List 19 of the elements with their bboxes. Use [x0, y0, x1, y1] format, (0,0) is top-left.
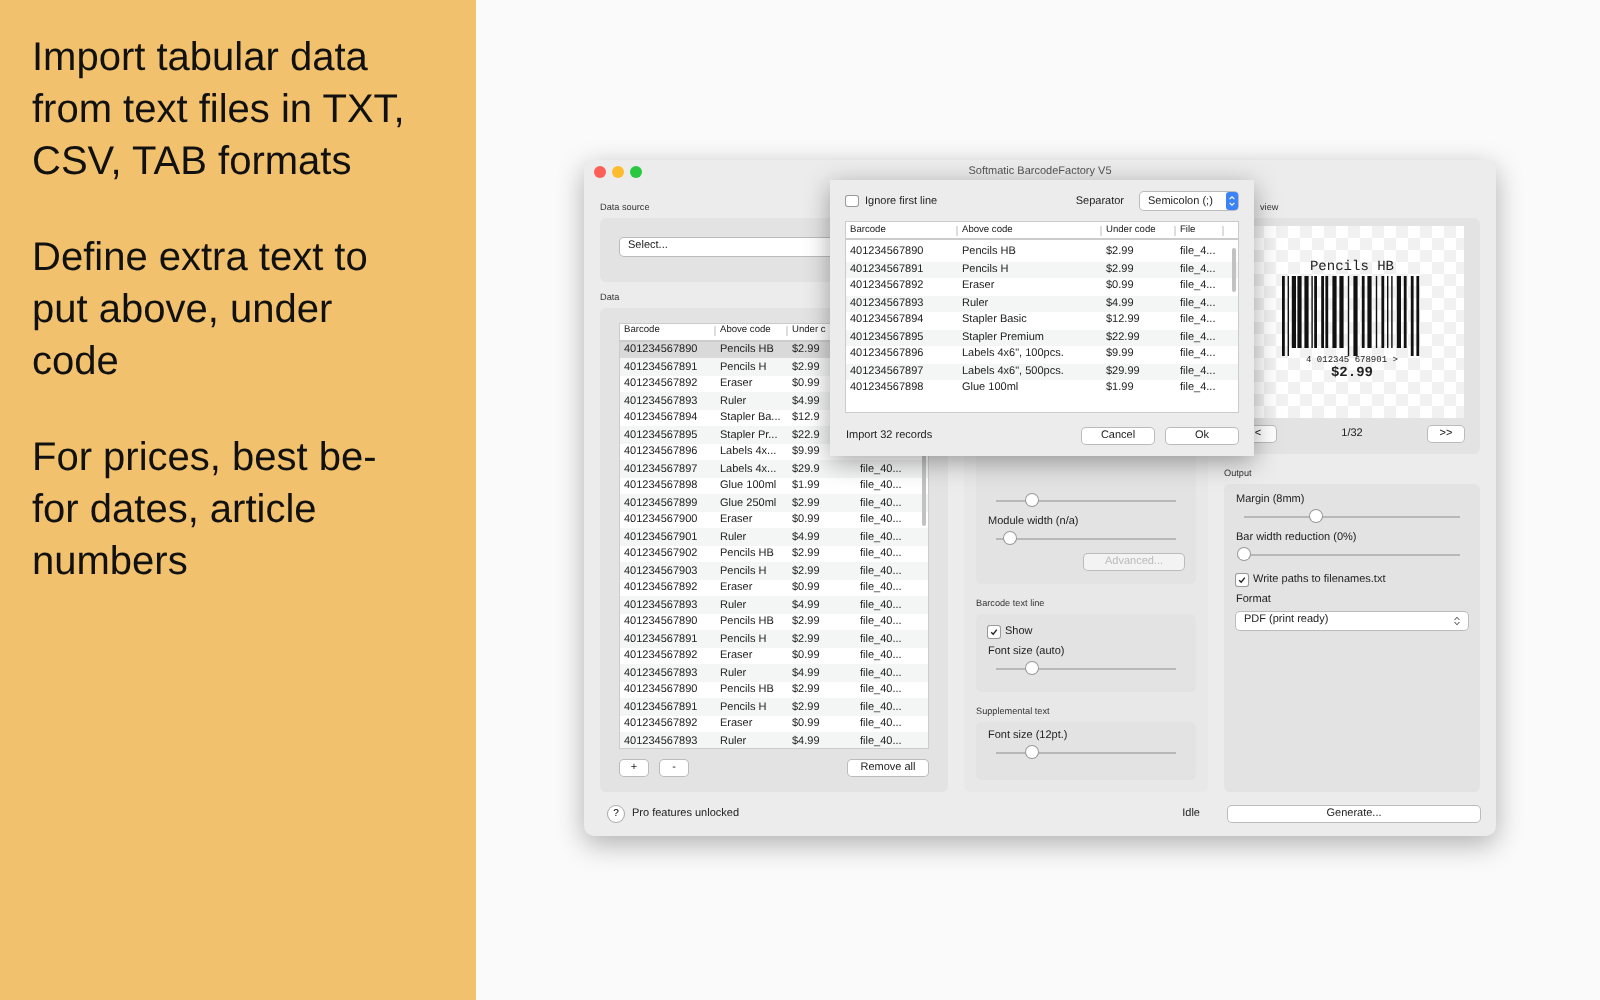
promo-text: Define extra text to put above, under code — [32, 234, 370, 388]
slider-thumb[interactable] — [1238, 548, 1250, 561]
promo-text: For prices, best be-for dates, article numbers — [32, 434, 379, 588]
slider-thumb[interactable] — [1026, 662, 1038, 675]
slider-thumb[interactable] — [1026, 494, 1038, 507]
chevron-icon — [1454, 615, 1460, 626]
slider-thumb[interactable] — [1004, 532, 1017, 545]
maximize-icon[interactable] — [630, 165, 642, 178]
checkbox[interactable] — [988, 626, 999, 638]
barcode-drawing — [1282, 276, 1422, 357]
promo-text: Import tabular data from text files in TXT, CSV, TAB formats — [32, 34, 407, 188]
slider-thumb[interactable] — [1309, 510, 1322, 523]
close-icon[interactable] — [594, 165, 606, 178]
stepper-icon — [1226, 192, 1238, 210]
slider-thumb[interactable] — [1026, 746, 1038, 759]
scrollbar — [1231, 248, 1236, 292]
checkbox[interactable] — [1236, 574, 1247, 586]
checkbox[interactable] — [846, 195, 857, 207]
minimize-icon[interactable] — [612, 165, 624, 178]
